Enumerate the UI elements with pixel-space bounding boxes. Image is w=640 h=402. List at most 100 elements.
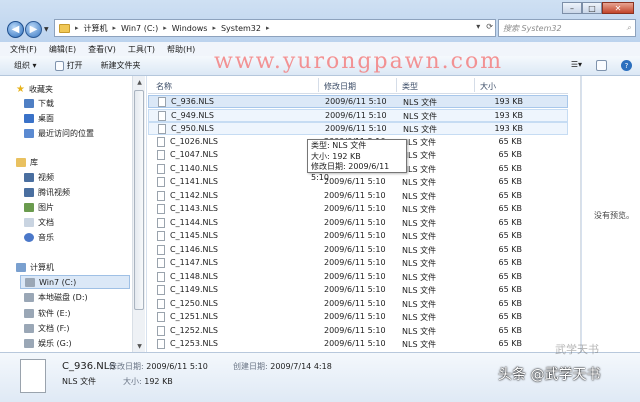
navigation-scrollbar[interactable]: ▲ ▼ [132, 76, 145, 352]
help-icon[interactable]: ? [621, 60, 632, 71]
file-date: 2009/6/11 5:10 [324, 231, 386, 240]
star-icon: ★ [16, 84, 25, 95]
forward-button[interactable]: ▶ [25, 21, 42, 38]
minimize-button[interactable]: – [562, 2, 582, 14]
table-row[interactable]: C_1253.NLS 2009/6/11 5:10 NLS 文件 65 KB [148, 338, 568, 351]
file-name: C_1141.NLS [170, 177, 219, 186]
breadcrumb-drive[interactable]: Win7 (C:) [121, 24, 158, 33]
chevron-right-icon[interactable]: ▸ [75, 24, 79, 32]
chevron-right-icon[interactable]: ▸ [266, 24, 270, 32]
sidebar-item-pictures[interactable]: 图片 [24, 202, 54, 213]
column-header-size[interactable]: 大小 [480, 81, 496, 92]
refresh-icon[interactable]: ⟳ [486, 22, 493, 31]
column-header-date[interactable]: 修改日期 [324, 81, 356, 92]
open-button[interactable]: 打开 [54, 60, 83, 71]
table-row[interactable]: C_1147.NLS 2009/6/11 5:10 NLS 文件 65 KB [148, 257, 568, 270]
scroll-down-icon[interactable]: ▼ [133, 340, 146, 352]
table-row[interactable]: C_1252.NLS 2009/6/11 5:10 NLS 文件 65 KB [148, 325, 568, 338]
table-row[interactable]: C_1148.NLS 2009/6/11 5:10 NLS 文件 65 KB [148, 271, 568, 284]
search-input[interactable]: 搜索 System32 ⌕ [498, 19, 636, 37]
chevron-down-icon[interactable]: ▾ [476, 22, 480, 31]
sidebar-item-desktop[interactable]: 桌面 [24, 113, 54, 124]
column-divider[interactable] [474, 78, 475, 92]
arrow-left-icon: ◀ [11, 24, 20, 35]
close-button[interactable]: ✕ [602, 2, 634, 14]
chevron-right-icon[interactable]: ▸ [163, 24, 167, 32]
file-date: 2009/6/11 5:10 [324, 325, 386, 335]
column-header-name[interactable]: 名称 [156, 81, 172, 92]
menu-view[interactable]: 查看(V) [88, 44, 116, 55]
file-date: 2009/6/11 5:10 [324, 271, 386, 281]
sidebar-item-drive-c[interactable]: Win7 (C:) [20, 275, 130, 289]
menu-edit[interactable]: 编辑(E) [49, 44, 76, 55]
table-row[interactable]: C_949.NLS 2009/6/11 5:10 NLS 文件 193 KB [148, 108, 568, 122]
breadcrumb-system32[interactable]: System32 [221, 24, 261, 33]
sidebar-item-libraries[interactable]: 库 [16, 157, 38, 168]
table-row[interactable]: C_1143.NLS 2009/6/11 5:10 NLS 文件 65 KB [148, 203, 568, 216]
sidebar-item-tencent-video[interactable]: 腾讯视频 [24, 187, 70, 198]
menu-file[interactable]: 文件(F) [10, 44, 37, 55]
file-icon [157, 258, 165, 268]
sidebar-item-drive-f[interactable]: 文档 (F:) [24, 323, 69, 334]
sidebar-item-drive-g[interactable]: 娱乐 (G:) [24, 338, 72, 349]
table-row[interactable]: C_1251.NLS 2009/6/11 5:10 NLS 文件 65 KB [148, 311, 568, 324]
drive-icon [24, 324, 34, 333]
menu-tools[interactable]: 工具(T) [128, 44, 155, 55]
table-row[interactable]: C_1142.NLS 2009/6/11 5:10 NLS 文件 65 KB [148, 190, 568, 203]
sidebar-item-music[interactable]: 音乐 [24, 232, 54, 243]
maximize-button[interactable]: □ [582, 2, 602, 14]
sidebar-item-favorites[interactable]: ★ 收藏夹 [16, 84, 53, 95]
file-name: C_1252.NLS [170, 325, 219, 335]
sidebar-item-downloads[interactable]: 下载 [24, 98, 54, 109]
breadcrumb-computer[interactable]: 计算机 [84, 23, 108, 34]
tooltip-type: 类型: NLS 文件 [311, 141, 367, 150]
back-button[interactable]: ◀ [7, 21, 24, 38]
search-icon[interactable]: ⌕ [627, 23, 631, 33]
file-icon [157, 298, 165, 309]
address-bar[interactable]: ▸ 计算机 ▸ Win7 (C:) ▸ Windows ▸ System32 ▸… [54, 19, 496, 37]
new-folder-button[interactable]: 新建文件夹 [101, 60, 141, 71]
download-folder-icon [24, 99, 34, 108]
sidebar-item-label: 腾讯视频 [38, 188, 70, 197]
sidebar-item-drive-d[interactable]: 本地磁盘 (D:) [24, 292, 88, 303]
scrollbar-thumb[interactable] [134, 90, 144, 310]
table-row[interactable]: C_1149.NLS 2009/6/11 5:10 NLS 文件 65 KB [148, 284, 568, 297]
file-size: 65 KB [498, 258, 522, 267]
sidebar-item-videos[interactable]: 视频 [24, 172, 54, 183]
column-divider[interactable] [318, 78, 319, 92]
file-size: 65 KB [498, 217, 522, 227]
table-row[interactable]: C_1145.NLS 2009/6/11 5:10 NLS 文件 65 KB [148, 230, 568, 243]
menu-help[interactable]: 帮助(H) [167, 44, 195, 55]
column-divider[interactable] [396, 78, 397, 92]
sidebar-item-documents[interactable]: 文档 [24, 217, 54, 228]
file-size: 65 KB [498, 163, 522, 173]
file-name: C_1250.NLS [170, 298, 219, 308]
table-row[interactable]: C_936.NLS 2009/6/11 5:10 NLS 文件 193 KB [148, 95, 568, 108]
recent-pages-dropdown[interactable]: ▼ [44, 26, 49, 33]
file-icon [157, 163, 165, 174]
sidebar-item-drive-e[interactable]: 软件 (E:) [24, 308, 71, 319]
chevron-right-icon[interactable]: ▸ [212, 24, 216, 32]
sidebar-item-recent[interactable]: 最近访问的位置 [24, 128, 94, 139]
scroll-up-icon[interactable]: ▲ [133, 76, 146, 88]
file-type: NLS 文件 [402, 326, 437, 336]
table-row[interactable]: C_1146.NLS 2009/6/11 5:10 NLS 文件 65 KB [148, 244, 568, 257]
details-created: 创建日期: 2009/7/14 4:18 [233, 361, 332, 372]
table-row[interactable]: C_1250.NLS 2009/6/11 5:10 NLS 文件 65 KB [148, 298, 568, 311]
drive-icon [24, 339, 34, 348]
file-type: NLS 文件 [402, 218, 437, 228]
column-header-type[interactable]: 类型 [402, 81, 418, 92]
table-row[interactable]: C_950.NLS 2009/6/11 5:10 NLS 文件 193 KB [148, 122, 568, 135]
sidebar-item-computer[interactable]: 计算机 [16, 262, 54, 273]
chevron-right-icon[interactable]: ▸ [113, 24, 117, 32]
breadcrumb-windows[interactable]: Windows [172, 24, 208, 33]
table-row[interactable]: C_1144.NLS 2009/6/11 5:10 NLS 文件 65 KB [148, 217, 568, 230]
view-options-icon[interactable]: ☰▾ [571, 60, 582, 71]
column-headers: 名称 修改日期 类型 大小 [148, 76, 568, 94]
organize-button[interactable]: 组织 ▾ [14, 60, 37, 71]
file-size: 193 KB [494, 110, 523, 120]
sidebar-item-label: 娱乐 (G:) [38, 339, 72, 348]
file-name: C_1251.NLS [170, 312, 219, 321]
sidebar-item-label: 音乐 [38, 233, 54, 242]
preview-pane-icon[interactable] [596, 60, 607, 71]
